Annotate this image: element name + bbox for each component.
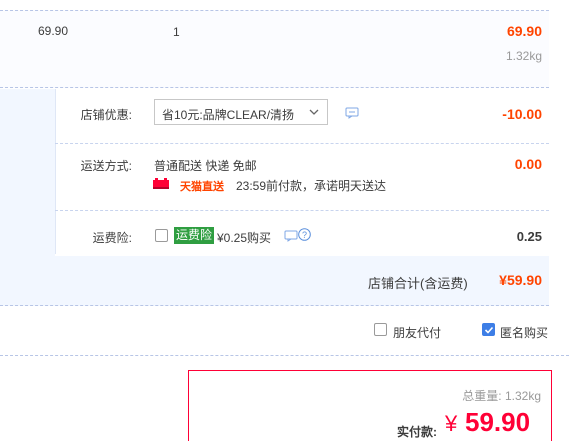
discount-amount: -10.00 (502, 106, 542, 122)
anonymous-checkbox[interactable] (482, 323, 495, 336)
discount-select[interactable]: 省10元:品牌CLEAR/清扬 (154, 99, 328, 125)
pay-label: 实付款: (397, 425, 437, 439)
pay-amount: 59.90 (465, 407, 531, 437)
shop-total-amount: ¥59.90 (499, 272, 542, 288)
help-icon[interactable]: ? (298, 228, 311, 241)
item-subtotal: 69.90 (506, 23, 542, 39)
insurance-checkbox[interactable] (155, 229, 168, 242)
shipping-label: 运送方式: (80, 159, 132, 173)
insurance-tag: 运费险 (174, 227, 215, 244)
friend-pay-checkbox[interactable] (374, 323, 387, 336)
message-icon[interactable] (284, 230, 298, 242)
currency-symbol: ¥ (445, 411, 458, 436)
message-icon[interactable] (345, 107, 359, 119)
shipping-amount: 0.00 (514, 156, 542, 172)
insurance-price: ¥0.25购买 (217, 231, 272, 245)
divider (55, 143, 549, 144)
anonymous-label[interactable]: 匿名购买 (500, 324, 548, 341)
svg-text:?: ? (302, 230, 307, 240)
discount-label: 店铺优惠: (80, 108, 132, 122)
order-item-row: 69.90 1 69.90 1.32kg (0, 10, 549, 88)
total-weight: 总重量: 1.32kg (462, 389, 541, 403)
payment-summary: 总重量: 1.32kg 实付款: ¥ 59.90 (188, 370, 552, 441)
item-unit-price: 69.90 (38, 24, 69, 38)
tmall-logo-icon (153, 178, 169, 189)
item-weight: 1.32kg (505, 49, 542, 63)
divider (55, 210, 549, 211)
tmall-direct-badge: 天猫直送 (180, 181, 224, 193)
shipping-method: 普通配送 快递 免邮 (154, 159, 257, 173)
chevron-down-icon (309, 109, 319, 115)
item-quantity: 1 (173, 25, 180, 39)
insurance-label: 运费险: (92, 231, 132, 245)
discount-select-value: 省10元:品牌CLEAR/清扬 (162, 108, 295, 122)
friend-pay-label[interactable]: 朋友代付 (393, 324, 441, 341)
shop-total-label: 店铺合计(含运费) (368, 276, 468, 291)
check-icon (484, 326, 494, 334)
insurance-amount: 0.25 (516, 229, 542, 244)
delivery-promise: 23:59前付款，承诺明天送达 (236, 179, 387, 193)
